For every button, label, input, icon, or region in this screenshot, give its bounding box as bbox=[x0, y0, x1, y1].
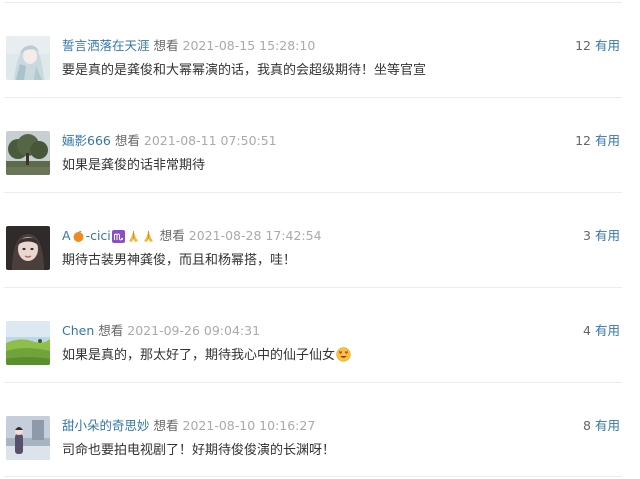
portrait-avatar-icon bbox=[6, 226, 50, 270]
avatar[interactable] bbox=[6, 416, 50, 460]
comment-text: 如果是龚俊的话非常期待 bbox=[62, 158, 206, 173]
status-label: 想看 bbox=[98, 323, 124, 338]
vote-count: 12 bbox=[575, 38, 591, 53]
folded-hands-icon bbox=[143, 231, 153, 242]
comment-list: 誓言洒落在天涯 想看 2021-08-15 15:28:10 12 有用 要是真的是龚… bbox=[0, 0, 640, 479]
avatar[interactable] bbox=[6, 131, 50, 175]
tree-landscape-avatar-icon bbox=[6, 131, 50, 175]
status-label: 想看 bbox=[114, 133, 140, 148]
vote-area: 12 有用 bbox=[575, 37, 620, 55]
vote-area: 3 有用 bbox=[583, 227, 620, 245]
useful-button[interactable]: 有用 bbox=[595, 133, 620, 148]
comment-meta: Chen 想看 2021-09-26 09:04:31 bbox=[62, 322, 260, 340]
status-label: 想看 bbox=[153, 38, 179, 53]
comment-meta: 誓言洒落在天涯 想看 2021-08-15 15:28:10 bbox=[62, 37, 315, 55]
comment-item: 婳影666 想看 2021-08-11 07:50:51 12 有用 如果是龚俊的话非… bbox=[0, 98, 640, 192]
comment-text: 如果是真的，那太好了，期待我心中的仙子仙女 bbox=[62, 348, 336, 363]
username-prefix: A bbox=[62, 228, 71, 243]
comment-meta: 甜小朵的奇思妙 想看 2021-08-10 10:16:27 bbox=[62, 417, 315, 435]
comment-time: 2021-08-15 15:28:10 bbox=[182, 38, 316, 53]
username-link[interactable]: Chen bbox=[62, 323, 94, 338]
comment-time: 2021-08-11 07:50:51 bbox=[143, 133, 277, 148]
vote-count: 4 bbox=[583, 323, 591, 338]
useful-button[interactable]: 有用 bbox=[595, 418, 620, 433]
vote-count: 8 bbox=[583, 418, 591, 433]
comment-time: 2021-08-28 17:42:54 bbox=[188, 228, 322, 243]
vote-area: 8 有用 bbox=[583, 417, 620, 435]
useful-button[interactable]: 有用 bbox=[595, 228, 620, 243]
comment-text-line: 如果是真的，那太好了，期待我心中的仙子仙女 bbox=[62, 347, 352, 365]
comment-time: 2021-09-26 09:04:31 bbox=[127, 323, 261, 338]
comment-text: 要是真的是龚俊和大幂幂演的话，我真的会超级期待！坐等官宣 bbox=[62, 63, 427, 78]
comment-item: 甜小朵的奇思妙 想看 2021-08-10 10:16:27 8 有用 司命也要拍电视… bbox=[0, 383, 640, 477]
vote-area: 12 有用 bbox=[575, 132, 620, 150]
comment-item: Chen 想看 2021-09-26 09:04:31 4 有用 如果是真的，那太好了… bbox=[0, 288, 640, 382]
vote-count: 12 bbox=[575, 133, 591, 148]
comment-text: 期待古装男神龚俊，而且和杨幂搭，哇！ bbox=[62, 253, 297, 268]
green-field-avatar-icon bbox=[6, 321, 50, 365]
useful-button[interactable]: 有用 bbox=[595, 323, 620, 338]
comment-meta: A -cici 想看 2021-08-28 17:42:54 bbox=[62, 227, 322, 245]
avatar[interactable] bbox=[6, 321, 50, 365]
divider bbox=[4, 476, 622, 477]
username-link[interactable]: 甜小朵的奇思妙 bbox=[62, 418, 150, 433]
comment-meta: 婳影666 想看 2021-08-11 07:50:51 bbox=[62, 132, 277, 150]
avatar[interactable] bbox=[6, 36, 50, 80]
username-link[interactable]: A -cici bbox=[62, 228, 156, 243]
comment-text: 司命也要拍电视剧了！好期待俊俊演的长渊呀！ bbox=[62, 443, 336, 458]
status-label: 想看 bbox=[153, 418, 179, 433]
username-link[interactable]: 婳影666 bbox=[62, 133, 111, 148]
heart-eyes-face-icon bbox=[336, 347, 351, 362]
username-link[interactable]: 誓言洒落在天涯 bbox=[62, 38, 150, 53]
useful-button[interactable]: 有用 bbox=[595, 38, 620, 53]
comment-item: A -cici 想看 2021-08-28 17:42:54 3 有用 期待古装男神龚俊… bbox=[0, 193, 640, 287]
winter-scene-avatar-icon bbox=[6, 416, 50, 460]
vote-area: 4 有用 bbox=[583, 322, 620, 340]
status-label: 想看 bbox=[159, 228, 185, 243]
comment-item: 誓言洒落在天涯 想看 2021-08-15 15:28:10 12 有用 要是真的是龚… bbox=[0, 3, 640, 97]
scorpio-icon bbox=[111, 230, 125, 243]
anime-girl-avatar-icon bbox=[6, 36, 50, 80]
vote-count: 3 bbox=[583, 228, 591, 243]
avatar[interactable] bbox=[6, 226, 50, 270]
username-suffix: -cici bbox=[85, 228, 111, 243]
folded-hands-icon bbox=[128, 231, 138, 242]
comment-time: 2021-08-10 10:16:27 bbox=[182, 418, 316, 433]
tangerine-icon bbox=[73, 231, 84, 242]
